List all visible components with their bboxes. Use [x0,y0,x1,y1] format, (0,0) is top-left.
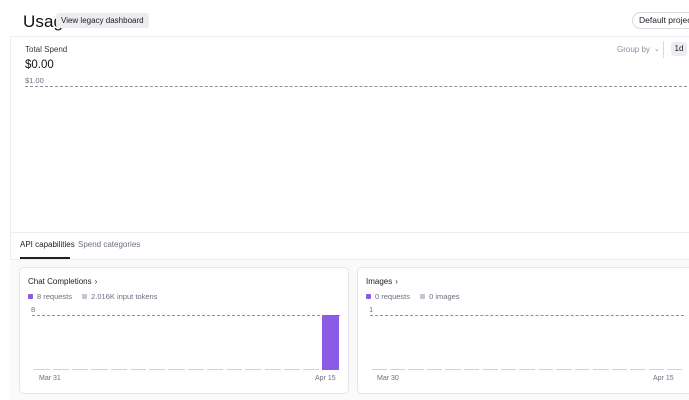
chat-completions-title: Chat Completions [28,277,92,286]
legend-input-tokens: 2.016K input tokens [91,292,158,301]
bar-baseline-segment [168,369,185,370]
chart-bar[interactable] [322,315,339,370]
tabs-top-divider [10,232,689,233]
bar-baseline-segment [283,369,300,370]
legend-item: 2.016K input tokens [82,292,157,301]
bar-baseline-segment [303,369,320,370]
bar-baseline-segment [426,369,443,370]
bar-baseline-segment [371,369,387,370]
bar-baseline-segment [500,369,517,370]
bar-baseline-segment [482,369,498,370]
chevron-right-icon: › [395,277,398,286]
spend-axis-max-line [25,86,687,87]
usage-page: Usage View legacy dashboard Default proj… [0,0,689,400]
chat-y-max-label: 8 [31,305,36,314]
bar-baseline-segment [52,369,69,370]
bar-baseline-segment [33,369,50,370]
total-spend-label: Total Spend [25,45,68,54]
bar-baseline-segment [648,369,665,370]
chat-completions-plot [32,315,340,370]
legend-requests: 0 requests [375,292,411,301]
legend-item: 0 images [420,292,460,301]
legend-item: 8 requests [28,292,72,301]
project-selector-button[interactable]: Default project [632,12,689,29]
images-title-link[interactable]: Images › [366,277,398,286]
legend-swatch [420,294,426,299]
images-x-start-label: Mar 30 [377,375,399,382]
images-card: Images › 0 requests 0 images 1 Mar 30 Apr… [357,267,689,394]
legend-swatch [82,294,88,299]
view-legacy-dashboard-button[interactable]: View legacy dashboard [56,13,149,28]
bar-baseline-segment [245,369,262,370]
bar-baseline-segment [72,369,89,370]
legend-swatch [366,294,371,299]
chevron-right-icon: › [94,277,98,286]
bar-baseline-segment [187,369,204,370]
bar-baseline-segment [667,369,683,370]
bar-baseline-segment [149,369,166,370]
chat-completions-legend: 8 requests 2.016K input tokens [28,292,165,301]
chat-completions-card: Chat Completions › 8 requests 2.016K inpu… [19,267,349,394]
bar-baseline-segment [129,369,146,370]
images-x-end-label: Apr 15 [653,375,674,382]
group-by-dropdown[interactable]: Group by ⌄ [617,45,660,54]
bar-baseline-segment [463,369,480,370]
toolbar-divider [663,41,664,58]
bar-baseline-segment [445,369,461,370]
total-spend-value: $0.00 [25,59,54,71]
images-title: Images [366,277,393,286]
tab-spend-categories[interactable]: Spend categories [78,240,140,249]
bar-baseline-segment [593,369,609,370]
bar-baseline-segment [574,369,591,370]
bar-baseline-segment [389,369,406,370]
images-legend: 0 requests 0 images [366,292,468,301]
time-range-button[interactable]: 1d [671,42,687,56]
spend-axis-max-label: $1.00 [25,76,44,85]
bar-baseline-segment [91,369,108,370]
bar-baseline-segment [537,369,554,370]
bar-baseline-segment [408,369,424,370]
images-y-max-label: 1 [369,305,374,314]
chat-x-end-label: Apr 15 [315,375,336,382]
legend-images: 0 images [429,292,460,301]
legend-item: 0 requests [366,292,410,301]
bar-baseline-segment [226,369,243,370]
bar-baseline-segment [519,369,535,370]
group-by-label: Group by [617,45,650,54]
chevron-down-icon: ⌄ [653,46,660,53]
bar-baseline-segment [264,369,281,370]
bar-baseline-segment [611,369,628,370]
chat-completions-title-link[interactable]: Chat Completions › [28,277,97,286]
legend-requests: 8 requests [37,292,73,301]
bar-baseline-segment [556,369,572,370]
bar-baseline-segment [206,369,223,370]
legend-swatch [28,294,33,299]
bar-baseline-segment [630,369,646,370]
bar-baseline-segment [110,369,127,370]
images-plot [370,315,684,370]
tab-api-capabilities[interactable]: API capabilities [20,240,75,249]
chat-x-start-label: Mar 31 [39,375,61,382]
